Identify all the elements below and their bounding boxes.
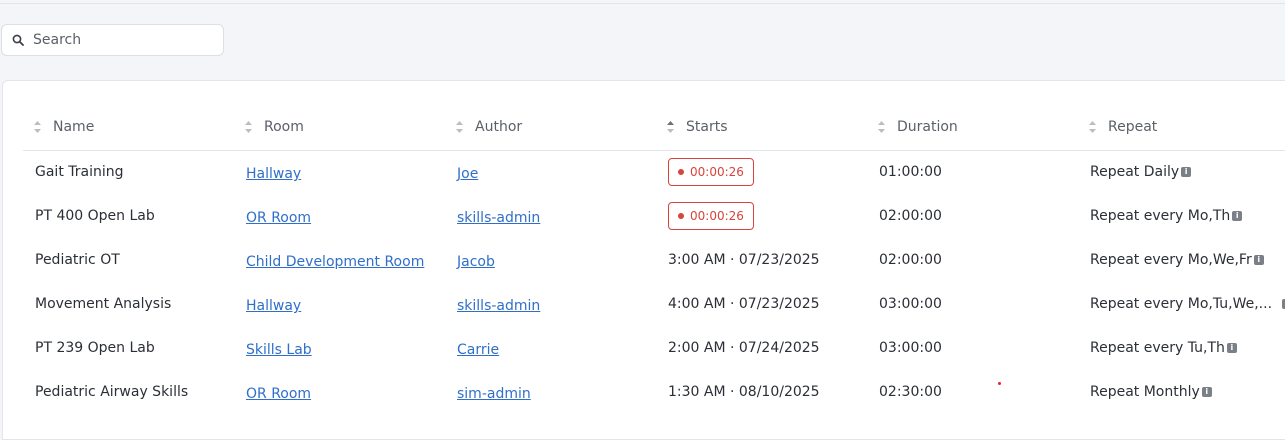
author-link[interactable]: sim-admin xyxy=(457,386,531,402)
room-link[interactable]: Hallway xyxy=(246,298,301,314)
starts-value: 00:00:26 xyxy=(690,165,744,180)
author-link[interactable]: skills-admin xyxy=(457,210,540,226)
table-row[interactable]: PT 239 Open Lab Skills Lab Carrie 2:00 A… xyxy=(23,326,1285,370)
starts-value: 3:00 AM · 07/23/2025 xyxy=(668,252,820,268)
column-header-room[interactable]: Room xyxy=(234,105,445,151)
name-cell: PT 400 Open Lab xyxy=(35,208,155,224)
live-dot-icon xyxy=(678,213,684,219)
author-link[interactable]: Joe xyxy=(457,166,478,182)
info-icon[interactable]: i xyxy=(1201,387,1212,397)
sort-icon[interactable] xyxy=(877,120,887,134)
search-box[interactable] xyxy=(1,24,224,56)
room-link[interactable]: Hallway xyxy=(246,166,301,182)
info-icon[interactable]: i xyxy=(1232,211,1243,221)
duration-cell: 01:00:00 xyxy=(879,164,942,181)
table-row[interactable]: PT 400 Open Lab OR Room skills-admin 00:… xyxy=(23,194,1285,238)
name-cell: PT 239 Open Lab xyxy=(35,340,155,356)
live-timer-badge: 00:00:26 xyxy=(668,202,754,230)
name-cell: Pediatric OT xyxy=(35,252,120,268)
column-header-label: Starts xyxy=(686,119,728,136)
info-icon[interactable]: i xyxy=(1181,167,1192,178)
author-link[interactable]: Carrie xyxy=(457,342,499,358)
sort-icon[interactable] xyxy=(1088,120,1098,134)
author-link[interactable]: Jacob xyxy=(457,254,495,270)
table-row[interactable]: Pediatric OT Child Development Room Jaco… xyxy=(23,238,1285,282)
starts-value: 4:00 AM · 07/23/2025 xyxy=(668,296,820,312)
name-cell: Gait Training xyxy=(35,164,124,181)
repeat-text: Repeat every Mo,Tu,We,... xyxy=(1090,296,1273,312)
starts-value: 00:00:26 xyxy=(690,209,744,223)
name-cell: Movement Analysis xyxy=(35,296,172,312)
column-header-name[interactable]: Name xyxy=(23,105,234,151)
column-header-label: Repeat xyxy=(1108,119,1158,136)
sort-icon[interactable] xyxy=(33,120,43,134)
table-row[interactable]: Pediatric Airway Skills OR Room sim-admi… xyxy=(23,370,1285,414)
sessions-table: Name Room Author Starts Duration Repeat … xyxy=(23,105,1285,414)
column-header-label: Duration xyxy=(897,119,958,136)
duration-cell: 03:00:00 xyxy=(879,340,942,356)
repeat-text: Repeat Daily xyxy=(1090,164,1180,181)
room-link[interactable]: Skills Lab xyxy=(246,342,312,358)
info-icon[interactable]: i xyxy=(1253,255,1264,265)
room-link[interactable]: Child Development Room xyxy=(246,254,424,270)
sort-icon[interactable] xyxy=(666,120,676,134)
column-header-label: Room xyxy=(264,119,304,136)
duration-cell: 02:30:00 xyxy=(879,384,942,400)
search-icon xyxy=(12,34,24,46)
column-header-label: Name xyxy=(53,119,95,136)
live-dot-icon xyxy=(678,169,684,176)
repeat-text: Repeat Monthly xyxy=(1090,384,1200,400)
starts-value: 2:00 AM · 07/24/2025 xyxy=(668,340,820,356)
info-icon[interactable]: i xyxy=(1226,343,1237,353)
duration-cell: 02:00:00 xyxy=(879,252,942,268)
duration-cell: 03:00:00 xyxy=(879,296,942,312)
sort-icon[interactable] xyxy=(455,120,465,134)
sessions-card: Name Room Author Starts Duration Repeat … xyxy=(2,80,1285,440)
top-bar xyxy=(0,0,1285,4)
search-input[interactable] xyxy=(33,32,213,48)
column-header-repeat[interactable]: Repeat xyxy=(1078,105,1285,151)
column-header-starts[interactable]: Starts xyxy=(656,105,867,151)
table-row[interactable]: Gait Training Hallway Joe 00:00:26 01:00… xyxy=(23,150,1285,194)
table-row[interactable]: Movement Analysis Hallway skills-admin 4… xyxy=(23,282,1285,326)
live-timer-badge: 00:00:26 xyxy=(668,158,754,187)
starts-value: 1:30 AM · 08/10/2025 xyxy=(668,384,820,400)
column-header-label: Author xyxy=(475,119,523,136)
column-header-author[interactable]: Author xyxy=(445,105,656,151)
name-cell: Pediatric Airway Skills xyxy=(35,384,189,400)
column-header-duration[interactable]: Duration xyxy=(867,105,1078,151)
repeat-text: Repeat every Mo,Th xyxy=(1090,208,1231,224)
stray-marker xyxy=(998,382,1001,385)
room-link[interactable]: OR Room xyxy=(246,386,311,402)
repeat-text: Repeat every Tu,Th xyxy=(1090,340,1225,356)
duration-cell: 02:00:00 xyxy=(879,208,942,224)
repeat-text: Repeat every Mo,We,Fr xyxy=(1090,252,1252,268)
author-link[interactable]: skills-admin xyxy=(457,298,540,314)
table-header-row: Name Room Author Starts Duration Repeat xyxy=(23,105,1285,151)
sort-icon[interactable] xyxy=(244,120,254,134)
room-link[interactable]: OR Room xyxy=(246,210,311,226)
